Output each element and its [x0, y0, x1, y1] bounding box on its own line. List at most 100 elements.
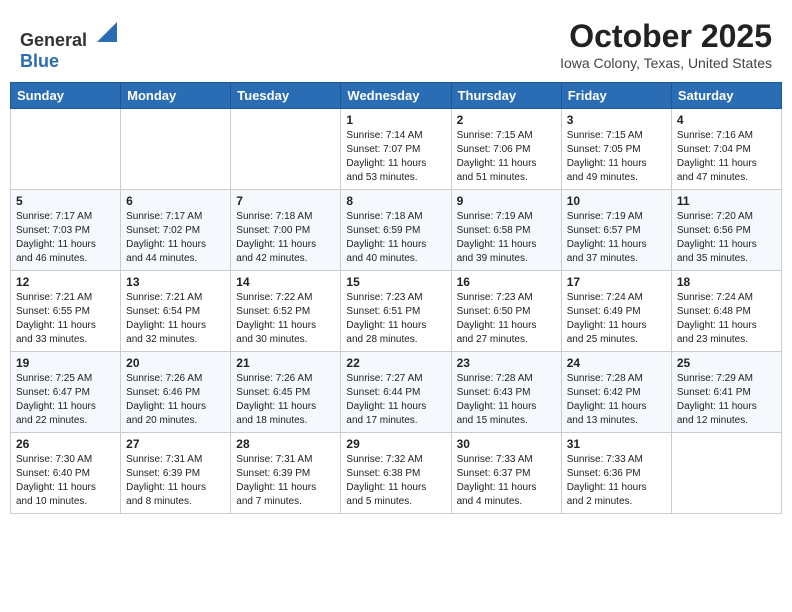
calendar-cell: 17Sunrise: 7:24 AM Sunset: 6:49 PM Dayli… [561, 270, 671, 351]
calendar-cell: 5 Sunrise: 7:17 AM Sunset: 7:03 PM Daylig… [11, 189, 121, 270]
day-number: 22 [346, 356, 445, 370]
day-number: 11 [677, 194, 776, 208]
calendar-week-row: 1 Sunrise: 7:14 AM Sunset: 7:07 PM Daylig… [11, 108, 782, 189]
calendar-cell: 3Sunrise: 7:15 AM Sunset: 7:05 PM Daylig… [561, 108, 671, 189]
calendar-cell: 29 Sunrise: 7:32 AM Sunset: 6:38 PM Dayli… [341, 432, 451, 513]
calendar-cell: 10 Sunrise: 7:19 AM Sunset: 6:57 PM Dayli… [561, 189, 671, 270]
weekday-header-monday: Monday [121, 82, 231, 108]
day-info: Sunrise: 7:30 AM Sunset: 6:40 PM Dayligh… [16, 453, 115, 509]
weekday-header-thursday: Thursday [451, 82, 561, 108]
day-number: 3 [567, 113, 666, 127]
day-number: 5 [16, 194, 115, 208]
day-info: Sunrise: 7:23 AM Sunset: 6:50 PM Dayligh… [457, 291, 556, 347]
calendar-cell: 22 Sunrise: 7:27 AM Sunset: 6:44 PM Dayli… [341, 351, 451, 432]
day-info: Sunrise: 7:32 AM Sunset: 6:38 PM Dayligh… [346, 453, 445, 509]
weekday-header-friday: Friday [561, 82, 671, 108]
day-number: 29 [346, 437, 445, 451]
weekday-header-sunday: Sunday [11, 82, 121, 108]
day-info: Sunrise: 7:25 AM Sunset: 6:47 PM Dayligh… [16, 372, 115, 428]
day-number: 27 [126, 437, 225, 451]
day-info: Sunrise: 7:14 AM Sunset: 7:07 PM Dayligh… [346, 129, 445, 185]
day-number: 26 [16, 437, 115, 451]
calendar-cell: 4Sunrise: 7:16 AM Sunset: 7:04 PM Daylig… [671, 108, 781, 189]
day-info: Sunrise: 7:29 AM Sunset: 6:41 PM Dayligh… [677, 372, 776, 428]
calendar-cell: 16 Sunrise: 7:23 AM Sunset: 6:50 PM Dayli… [451, 270, 561, 351]
calendar-cell: 31 Sunrise: 7:33 AM Sunset: 6:36 PM Dayli… [561, 432, 671, 513]
day-info: Sunrise: 7:27 AM Sunset: 6:44 PM Dayligh… [346, 372, 445, 428]
calendar-cell: 6 Sunrise: 7:17 AM Sunset: 7:02 PM Daylig… [121, 189, 231, 270]
day-info: Sunrise: 7:28 AM Sunset: 6:43 PM Dayligh… [457, 372, 556, 428]
calendar-body: 1 Sunrise: 7:14 AM Sunset: 7:07 PM Daylig… [11, 108, 782, 513]
day-info: Sunrise: 7:19 AM Sunset: 6:57 PM Dayligh… [567, 210, 666, 266]
calendar-cell: 19Sunrise: 7:25 AM Sunset: 6:47 PM Dayli… [11, 351, 121, 432]
logo: General Blue [20, 18, 117, 72]
day-number: 2 [457, 113, 556, 127]
day-number: 18 [677, 275, 776, 289]
calendar-cell: 8 Sunrise: 7:18 AM Sunset: 6:59 PM Daylig… [341, 189, 451, 270]
day-number: 28 [236, 437, 335, 451]
day-info: Sunrise: 7:17 AM Sunset: 7:03 PM Dayligh… [16, 210, 115, 266]
calendar-cell [11, 108, 121, 189]
day-info: Sunrise: 7:33 AM Sunset: 6:36 PM Dayligh… [567, 453, 666, 509]
day-number: 14 [236, 275, 335, 289]
calendar-cell: 18 Sunrise: 7:24 AM Sunset: 6:48 PM Dayli… [671, 270, 781, 351]
calendar-cell: 11 Sunrise: 7:20 AM Sunset: 6:56 PM Dayli… [671, 189, 781, 270]
day-info: Sunrise: 7:23 AM Sunset: 6:51 PM Dayligh… [346, 291, 445, 347]
logo-general: General [20, 30, 87, 50]
day-number: 15 [346, 275, 445, 289]
day-number: 9 [457, 194, 556, 208]
day-info: Sunrise: 7:16 AM Sunset: 7:04 PM Dayligh… [677, 129, 776, 185]
day-number: 16 [457, 275, 556, 289]
calendar-header-row: SundayMondayTuesdayWednesdayThursdayFrid… [11, 82, 782, 108]
day-info: Sunrise: 7:24 AM Sunset: 6:49 PM Dayligh… [567, 291, 666, 347]
day-info: Sunrise: 7:31 AM Sunset: 6:39 PM Dayligh… [236, 453, 335, 509]
day-number: 12 [16, 275, 115, 289]
day-info: Sunrise: 7:21 AM Sunset: 6:54 PM Dayligh… [126, 291, 225, 347]
day-number: 6 [126, 194, 225, 208]
day-info: Sunrise: 7:33 AM Sunset: 6:37 PM Dayligh… [457, 453, 556, 509]
day-number: 10 [567, 194, 666, 208]
day-number: 20 [126, 356, 225, 370]
calendar-cell: 21 Sunrise: 7:26 AM Sunset: 6:45 PM Dayli… [231, 351, 341, 432]
day-info: Sunrise: 7:26 AM Sunset: 6:45 PM Dayligh… [236, 372, 335, 428]
calendar-cell: 15 Sunrise: 7:23 AM Sunset: 6:51 PM Dayli… [341, 270, 451, 351]
day-number: 31 [567, 437, 666, 451]
calendar-cell: 14Sunrise: 7:22 AM Sunset: 6:52 PM Dayli… [231, 270, 341, 351]
day-info: Sunrise: 7:15 AM Sunset: 7:06 PM Dayligh… [457, 129, 556, 185]
location-title: Iowa Colony, Texas, United States [560, 55, 772, 71]
calendar-cell [671, 432, 781, 513]
month-title: October 2025 [560, 18, 772, 55]
logo-blue: Blue [20, 51, 59, 72]
calendar-week-row: 19Sunrise: 7:25 AM Sunset: 6:47 PM Dayli… [11, 351, 782, 432]
logo-text: General Blue [20, 18, 117, 72]
day-info: Sunrise: 7:28 AM Sunset: 6:42 PM Dayligh… [567, 372, 666, 428]
day-info: Sunrise: 7:26 AM Sunset: 6:46 PM Dayligh… [126, 372, 225, 428]
weekday-header-saturday: Saturday [671, 82, 781, 108]
calendar-cell [121, 108, 231, 189]
calendar-week-row: 5 Sunrise: 7:17 AM Sunset: 7:03 PM Daylig… [11, 189, 782, 270]
weekday-header-wednesday: Wednesday [341, 82, 451, 108]
calendar-cell: 27 Sunrise: 7:31 AM Sunset: 6:39 PM Dayli… [121, 432, 231, 513]
day-number: 7 [236, 194, 335, 208]
calendar-cell: 24Sunrise: 7:28 AM Sunset: 6:42 PM Dayli… [561, 351, 671, 432]
calendar-cell: 26 Sunrise: 7:30 AM Sunset: 6:40 PM Dayli… [11, 432, 121, 513]
day-number: 8 [346, 194, 445, 208]
calendar-table: SundayMondayTuesdayWednesdayThursdayFrid… [10, 82, 782, 514]
calendar-cell [231, 108, 341, 189]
day-number: 23 [457, 356, 556, 370]
calendar-cell: 30Sunrise: 7:33 AM Sunset: 6:37 PM Dayli… [451, 432, 561, 513]
calendar-cell: 25Sunrise: 7:29 AM Sunset: 6:41 PM Dayli… [671, 351, 781, 432]
calendar-cell: 9Sunrise: 7:19 AM Sunset: 6:58 PM Daylig… [451, 189, 561, 270]
title-area: October 2025 Iowa Colony, Texas, United … [560, 18, 772, 71]
day-number: 13 [126, 275, 225, 289]
day-info: Sunrise: 7:17 AM Sunset: 7:02 PM Dayligh… [126, 210, 225, 266]
day-info: Sunrise: 7:21 AM Sunset: 6:55 PM Dayligh… [16, 291, 115, 347]
day-number: 1 [346, 113, 445, 127]
day-info: Sunrise: 7:24 AM Sunset: 6:48 PM Dayligh… [677, 291, 776, 347]
page-header: General Blue October 2025 Iowa Colony, T… [10, 10, 782, 76]
logo-triangle-icon [89, 18, 117, 46]
day-info: Sunrise: 7:31 AM Sunset: 6:39 PM Dayligh… [126, 453, 225, 509]
day-info: Sunrise: 7:20 AM Sunset: 6:56 PM Dayligh… [677, 210, 776, 266]
day-number: 21 [236, 356, 335, 370]
day-info: Sunrise: 7:18 AM Sunset: 6:59 PM Dayligh… [346, 210, 445, 266]
